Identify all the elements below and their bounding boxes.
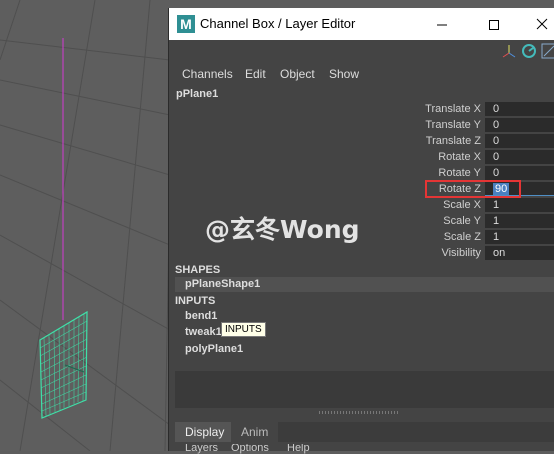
close-icon <box>536 18 548 30</box>
manipulator-icon[interactable] <box>501 43 517 59</box>
minimize-icon <box>437 24 447 26</box>
hyperbolic-icon[interactable] <box>541 43 554 59</box>
channel-box-toolbar <box>169 40 554 64</box>
attr-field-translate-x[interactable]: 0 <box>485 102 554 116</box>
input-node-polyplane[interactable]: polyPlane1 <box>175 342 554 357</box>
attr-field-translate-z[interactable]: 0 <box>485 134 554 148</box>
maximize-icon <box>489 20 499 31</box>
maximize-button[interactable] <box>471 8 517 40</box>
attr-field-scale-z[interactable]: 1 <box>485 230 554 244</box>
object-name[interactable]: pPlane1 <box>176 88 218 100</box>
menu-help[interactable]: Help <box>287 444 310 454</box>
attr-field-scale-y[interactable]: 1 <box>485 214 554 228</box>
attr-label-rotate-y[interactable]: Rotate Y <box>361 167 481 179</box>
menu-bar: Channels Edit Object Show <box>169 64 554 86</box>
attr-label-scale-z[interactable]: Scale Z <box>361 231 481 243</box>
layer-menu-bar: Layers Options Help <box>175 444 554 454</box>
window-title: Channel Box / Layer Editor <box>200 16 356 31</box>
viewport-3d[interactable] <box>0 0 170 451</box>
tab-display[interactable]: Display <box>175 422 235 442</box>
tab-anim[interactable]: Anim <box>231 422 279 442</box>
menu-show[interactable]: Show <box>329 67 359 81</box>
attr-label-rotate-x[interactable]: Rotate X <box>361 151 481 163</box>
attr-field-rotate-x[interactable]: 0 <box>485 150 554 164</box>
menu-channels[interactable]: Channels <box>182 67 233 81</box>
close-button[interactable] <box>519 8 554 40</box>
attr-label-scale-y[interactable]: Scale Y <box>361 215 481 227</box>
menu-options[interactable]: Options <box>231 444 269 454</box>
viewport-grid <box>0 0 170 451</box>
speed-icon[interactable] <box>521 43 537 59</box>
maya-app-icon: M <box>177 15 195 33</box>
input-node-label: bend1 <box>185 310 218 322</box>
attr-field-rotate-y[interactable]: 0 <box>485 166 554 180</box>
menu-edit[interactable]: Edit <box>245 67 266 81</box>
shape-node-label: pPlaneShape1 <box>185 278 261 290</box>
attr-label-translate-z[interactable]: Translate Z <box>361 135 481 147</box>
layer-editor-tabs: Display Anim <box>175 422 554 442</box>
title-bar[interactable]: M Channel Box / Layer Editor <box>169 8 554 40</box>
shape-node-row[interactable]: pPlaneShape1 <box>175 277 554 292</box>
attr-field-translate-y[interactable]: 0 <box>485 118 554 132</box>
attr-field-visibility[interactable]: on <box>485 246 554 260</box>
input-node-label: polyPlane1 <box>185 343 244 355</box>
input-node-label: tweak1 <box>185 326 222 338</box>
inputs-header: INPUTS <box>175 295 216 307</box>
attr-label-visibility[interactable]: Visibility <box>361 247 481 259</box>
menu-layers[interactable]: Layers <box>185 444 218 454</box>
attr-label-scale-x[interactable]: Scale X <box>361 199 481 211</box>
attr-label-translate-x[interactable]: Translate X <box>361 103 481 115</box>
panel-splitter-handle[interactable] <box>319 411 399 414</box>
node-list-empty-area <box>175 371 554 408</box>
plane-mesh[interactable] <box>39 310 88 419</box>
shapes-header: SHAPES <box>175 264 221 276</box>
rotate-z-highlight-box <box>425 180 521 198</box>
inputs-tooltip: INPUTS <box>221 322 266 337</box>
attr-label-translate-y[interactable]: Translate Y <box>361 119 481 131</box>
minimize-button[interactable] <box>419 8 465 40</box>
attr-field-scale-x[interactable]: 1 <box>485 198 554 212</box>
watermark-text: @玄冬Wong <box>205 215 360 244</box>
menu-object[interactable]: Object <box>280 67 315 81</box>
